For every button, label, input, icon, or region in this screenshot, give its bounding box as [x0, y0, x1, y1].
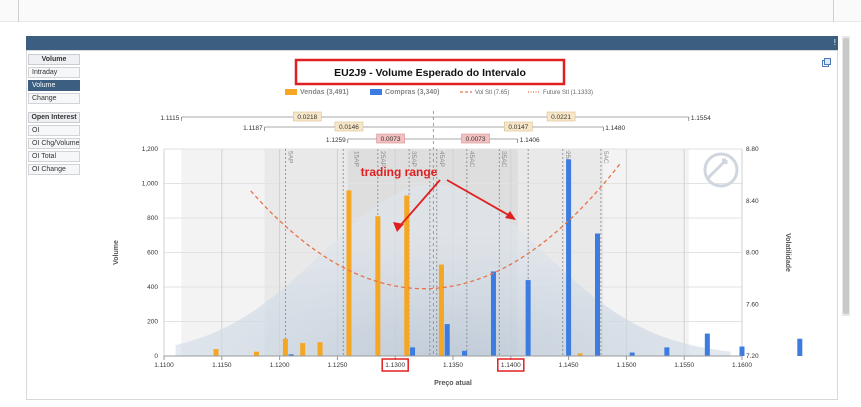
y-axis-title: Volume [113, 240, 120, 265]
y2-tick-label: 8.80 [746, 146, 759, 153]
top-strip [0, 0, 861, 22]
strike-level-label: 45AP [438, 151, 445, 167]
watermark-logo-ring [703, 152, 739, 188]
x-tick-label: 1.1150 [212, 362, 232, 369]
range-diff-right: 0.0147 [508, 124, 528, 131]
legend-swatch [370, 89, 382, 95]
top-divider-left [18, 0, 19, 22]
strike-level-label: 5AP [286, 151, 293, 163]
strike-level-label: 35AC [500, 151, 507, 168]
strike-level-label: 45AC [468, 151, 475, 168]
purchases-bar[interactable] [739, 346, 745, 356]
trading-range-annotation: trading range [361, 165, 438, 179]
range-right-value: 1.1480 [605, 125, 625, 132]
x-tick-label: 1.1500 [616, 362, 636, 369]
purchases-bar[interactable] [595, 233, 600, 356]
sidebar-item-intraday[interactable]: Intraday [28, 67, 80, 78]
sidebar-item-oi-chg-volume[interactable]: OI Chg/Volume [28, 138, 80, 149]
y2-tick-label: 8.40 [746, 198, 759, 205]
purchases-bar[interactable] [797, 338, 803, 356]
y2-tick-label: 7.60 [746, 301, 759, 308]
purchases-bar[interactable] [410, 347, 416, 356]
range-right-value: 1.1554 [691, 115, 711, 122]
purchases-bar[interactable] [629, 352, 635, 356]
sidebar-item-oi-total[interactable]: OI Total [28, 151, 80, 162]
vertical-scrollbar[interactable] [842, 36, 850, 316]
x-tick-label: 1.1450 [559, 362, 579, 369]
purchases-bar[interactable] [462, 350, 468, 356]
sales-bar[interactable] [213, 349, 219, 356]
legend-item: Future Stl (1.1333) [543, 90, 593, 96]
range-diff-left: 0.0073 [381, 136, 401, 143]
range-diff-right: 0.0221 [551, 114, 571, 121]
y-tick-label: 0 [154, 353, 158, 360]
sidebar-item-change[interactable]: Change [28, 93, 80, 104]
range-diff-left: 0.0218 [297, 114, 317, 121]
strike-level-label: 15AP [352, 151, 359, 167]
sales-bar[interactable] [375, 216, 381, 356]
x-tick-label: 1.1350 [443, 362, 463, 369]
y-tick-label: 600 [147, 250, 158, 257]
y-tick-label: 200 [147, 319, 158, 326]
x-tick-label: 1.1200 [270, 362, 290, 369]
sidebar-item-oi[interactable]: OI [28, 125, 80, 136]
sales-bar[interactable] [282, 338, 288, 356]
purchases-bar[interactable] [704, 333, 710, 356]
sidebar-item-volume[interactable]: Volume [28, 80, 80, 91]
y2-axis-title: Volatilidade [784, 233, 791, 272]
y2-tick-label: 8.00 [746, 250, 759, 257]
purchases-bar[interactable] [664, 347, 670, 356]
y2-tick-label: 7.20 [746, 353, 759, 360]
range-diff-left: 0.0146 [339, 124, 359, 131]
strike-level-label: 5AC [602, 151, 609, 164]
sales-bar[interactable] [253, 351, 259, 356]
sales-bar[interactable] [346, 190, 352, 356]
x-tick-label: 1.1100 [154, 362, 174, 369]
range-left-value: 1.1115 [160, 115, 179, 122]
x-tick-label: 1.1250 [327, 362, 347, 369]
sidebar-header-open-interest: Open Interest [28, 112, 80, 123]
panel-header-marker-icon: ! [833, 38, 836, 47]
legend-item: Vendas (3,491) [300, 89, 349, 96]
sales-bar[interactable] [300, 343, 306, 356]
y-tick-label: 800 [147, 215, 158, 222]
x-tick-label: 1.1400 [501, 362, 521, 369]
chart-title: EU2J9 - Volume Esperado do Intervalo [334, 67, 526, 79]
range-diff-right: 0.0073 [466, 136, 486, 143]
x-tick-label: 1.1600 [732, 362, 752, 369]
watermark-logo-arrow [706, 158, 728, 180]
sales-bar[interactable] [438, 264, 444, 356]
sidebar-item-oi-change[interactable]: OI Change [28, 164, 80, 175]
x-axis-title: Preço atual [434, 380, 472, 387]
purchases-bar[interactable] [490, 271, 496, 356]
range-left-value: 1.1187 [243, 125, 263, 132]
purchases-bar[interactable] [566, 159, 572, 356]
volume-chart: 5AP 15AP 25AP 35AP 45AP 45AC 35AC 25AC 5AC 1.110… [113, 58, 803, 387]
x-tick-label: 1.1300 [385, 362, 405, 369]
y-tick-label: 1,000 [142, 181, 159, 188]
sidebar: Volume Intraday Volume Change Open Inter… [28, 54, 80, 177]
range-left-value: 1.1259 [326, 137, 346, 144]
range-right-value: 1.1406 [520, 137, 540, 144]
legend-swatch [285, 89, 297, 95]
purchases-bar[interactable] [525, 280, 531, 356]
legend-item: Vol Stl (7.65) [475, 90, 509, 96]
sales-bar[interactable] [317, 342, 323, 356]
y-tick-label: 400 [147, 284, 158, 291]
chart-area: 5AP 15AP 25AP 35AP 45AP 45AC 35AC 25AC 5AC 1.110… [86, 54, 838, 400]
top-divider-right [833, 0, 834, 22]
x-tick-label: 1.1550 [674, 362, 694, 369]
y-tick-label: 1,200 [142, 146, 159, 153]
panel-header-bar: ! [26, 36, 838, 50]
purchases-bar[interactable] [444, 324, 450, 356]
sidebar-header-volume: Volume [28, 54, 80, 65]
legend-item: Compras (3,340) [385, 89, 439, 96]
scrollbar-thumb[interactable] [843, 38, 849, 314]
